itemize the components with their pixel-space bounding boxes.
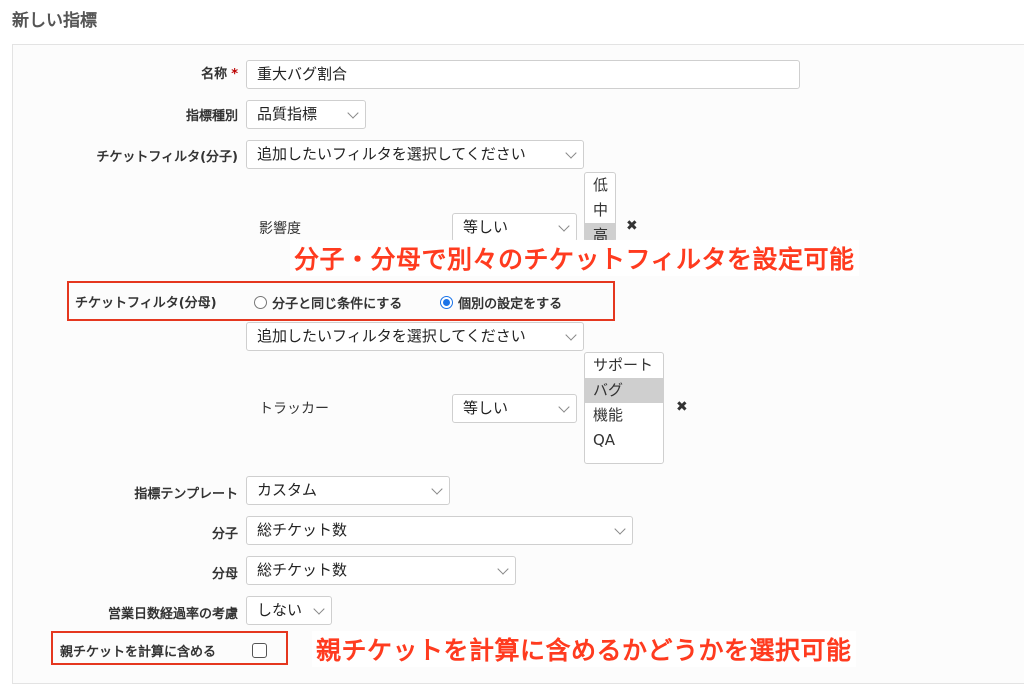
impact-values-listbox[interactable]: 低 中 高 <box>584 172 616 242</box>
radio-same-label: 分子と同じ条件にする <box>272 297 403 312</box>
chevron-down-icon <box>558 401 570 413</box>
radio-individual-label: 個別の設定をする <box>458 297 563 312</box>
name-label: 名称 * <box>201 67 238 82</box>
denominator-filter-label: チケットフィルタ(分母) <box>75 296 217 311</box>
list-item[interactable]: 低 <box>585 173 615 198</box>
radio-button-selected[interactable] <box>440 296 453 309</box>
numerator-filter-label: チケットフィルタ(分子) <box>96 150 238 165</box>
list-item[interactable]: バグ <box>585 378 663 403</box>
numerator-label: 分子 <box>211 527 238 542</box>
template-label: 指標テンプレート <box>134 487 238 502</box>
parent-callout: 親チケットを計算に含めるかどうかを選択可能 <box>312 631 856 667</box>
tracker-operator-select[interactable]: 等しい <box>452 394 577 423</box>
numerator-add-filter-select[interactable]: 追加したいフィルタを選択してください <box>246 140 584 169</box>
chevron-down-icon <box>347 107 359 119</box>
page-title: 新しい指標 <box>12 11 97 31</box>
numerator-select[interactable]: 総チケット数 <box>246 516 633 545</box>
impact-filter-label: 影響度 <box>259 221 301 237</box>
include-parent-label: 親チケットを計算に含める <box>60 645 217 660</box>
list-item[interactable]: サポート <box>585 353 663 378</box>
business-days-label: 営業日数経過率の考慮 <box>107 607 238 622</box>
metric-type-label: 指標種別 <box>185 109 238 124</box>
template-select[interactable]: カスタム <box>246 476 450 505</box>
list-item[interactable]: 機能 <box>585 403 663 428</box>
tracker-values-listbox[interactable]: サポート バグ 機能 QA <box>584 352 664 464</box>
required-mark: * <box>231 67 238 82</box>
remove-filter-icon[interactable]: ✖ <box>626 218 638 234</box>
impact-operator-select[interactable]: 等しい <box>452 213 577 242</box>
radio-individual-setting[interactable]: 個別の設定をする <box>440 292 562 312</box>
tracker-filter-label: トラッカー <box>259 401 329 417</box>
include-parent-checkbox[interactable] <box>252 643 267 658</box>
filter-callout: 分子・分母で別々のチケットフィルタを設定可能 <box>290 240 859 276</box>
chevron-down-icon <box>565 147 577 159</box>
chevron-down-icon <box>614 523 626 535</box>
chevron-down-icon <box>313 603 325 615</box>
chevron-down-icon <box>431 483 443 495</box>
name-input[interactable]: 重大バグ割合 <box>246 60 800 89</box>
business-days-select[interactable]: しない <box>246 596 332 625</box>
radio-button[interactable] <box>254 296 267 309</box>
metric-type-select[interactable]: 品質指標 <box>246 100 366 129</box>
denominator-select[interactable]: 総チケット数 <box>246 556 516 585</box>
radio-same-condition[interactable]: 分子と同じ条件にする <box>254 292 402 312</box>
chevron-down-icon <box>558 220 570 232</box>
chevron-down-icon <box>497 563 509 575</box>
denominator-add-filter-select[interactable]: 追加したいフィルタを選択してください <box>246 322 584 351</box>
list-item[interactable]: QA <box>585 428 663 453</box>
list-item[interactable]: 中 <box>585 198 615 223</box>
remove-filter-icon[interactable]: ✖ <box>676 399 688 415</box>
chevron-down-icon <box>565 329 577 341</box>
denominator-label: 分母 <box>211 567 238 582</box>
